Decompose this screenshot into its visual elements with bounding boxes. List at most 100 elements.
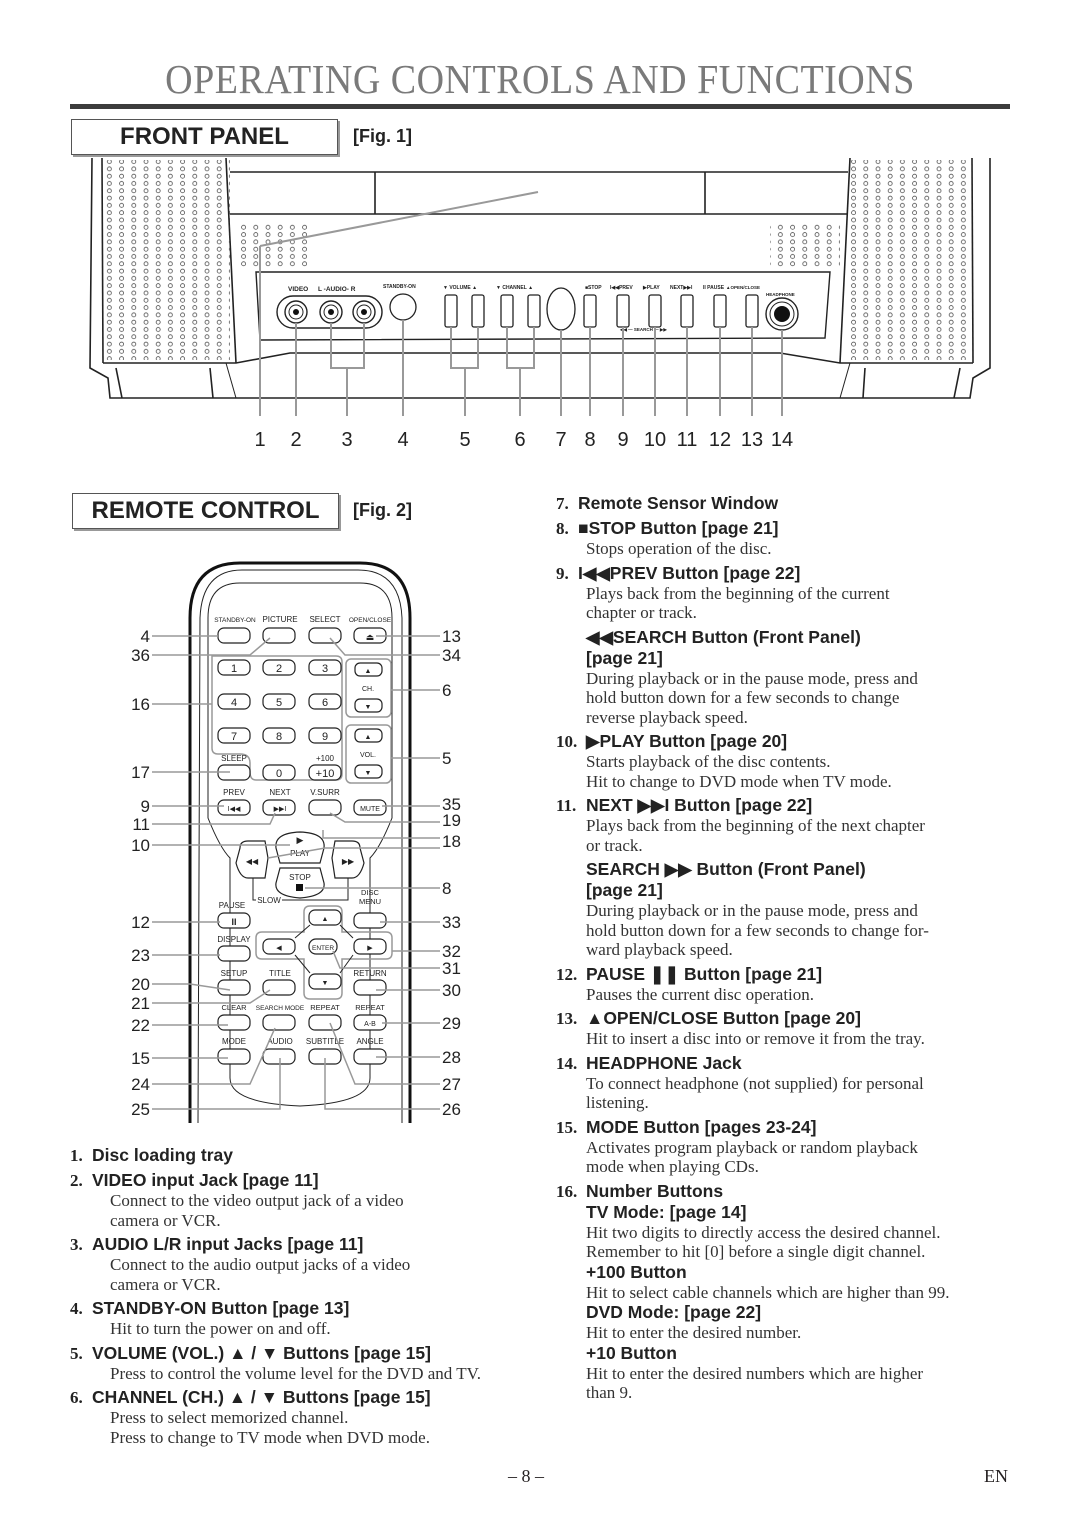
remote-clear-button[interactable] xyxy=(217,1014,251,1031)
svg-text:▼: ▼ xyxy=(365,770,372,777)
item-description: Plays back from the beginning of the cur… xyxy=(586,583,890,603)
remote-mode-button[interactable] xyxy=(217,1048,251,1065)
remote-callout-27: 27 xyxy=(442,1075,461,1094)
label-stop: STOP xyxy=(289,873,311,882)
item-title: VIDEO input Jack [page 11] xyxy=(92,1170,319,1190)
label-enter: ENTER xyxy=(312,945,334,952)
sub-item-description: ward playback speed. xyxy=(586,940,733,959)
remote-setup-button[interactable] xyxy=(217,979,251,996)
remote-display-button[interactable] xyxy=(217,945,251,962)
volume-down-button[interactable] xyxy=(444,294,458,328)
remote-callout-6: 6 xyxy=(442,681,451,700)
digit-label: 1 xyxy=(231,663,237,675)
channel-down-button[interactable] xyxy=(500,294,514,328)
remote-callout-17: 17 xyxy=(131,763,150,782)
front-stop-button[interactable] xyxy=(583,294,597,328)
page-title: OPERATING CONTROLS AND FUNCTIONS xyxy=(165,57,915,103)
leader-line xyxy=(152,812,276,825)
panel-label-video: VIDEO xyxy=(288,286,308,293)
title-divider xyxy=(70,104,1010,109)
item-number: 1. xyxy=(70,1146,83,1165)
description-item: 3. AUDIO L/R input Jacks [page 11] Connect… xyxy=(70,1234,540,1298)
item-description: Activates program playback or random pla… xyxy=(586,1137,918,1157)
remote-disc-menu-button[interactable] xyxy=(353,912,387,929)
remote-callout-31: 31 xyxy=(442,959,461,978)
label-vsurr: V.SURR xyxy=(310,788,340,797)
remote-vsurr-button[interactable] xyxy=(308,799,342,816)
front-callout-9: 9 xyxy=(617,429,628,451)
sub-item-description: Hit two digits to directly access the de… xyxy=(586,1222,941,1242)
remote-standby-on-button[interactable] xyxy=(217,627,251,644)
item-title: NEXT ▶▶I Button [page 22] xyxy=(586,795,813,815)
sub-item-title: TV Mode: [page 14] xyxy=(586,1201,747,1222)
front-next-button[interactable] xyxy=(680,294,694,328)
sub-item-title: DVD Mode: [page 22] xyxy=(586,1302,762,1322)
description-item: 16. Number Buttons TV Mode: [page 14] Hit t… xyxy=(556,1181,1026,1407)
page-number: – 8 – xyxy=(508,1466,544,1486)
label-sleep: SLEEP xyxy=(221,754,247,763)
item-number: 16. xyxy=(556,1181,578,1201)
panel-label-stop: ■STOP xyxy=(585,285,602,291)
inner-grill-left xyxy=(240,223,310,268)
panel-label-search: ◀◀ — SEARCH — ▶▶ xyxy=(619,327,668,332)
front-callout-7: 7 xyxy=(555,429,566,451)
label-select: SELECT xyxy=(309,615,340,624)
remote-audio-button[interactable] xyxy=(262,1048,296,1065)
sub-item-title: SEARCH ▶▶ Button (Front Panel) xyxy=(586,859,866,879)
panel-label-open-close: ▲OPEN/CLOSE xyxy=(726,285,760,290)
label-pause: PAUSE xyxy=(219,901,246,910)
item-description: To connect headphone (not supplied) for … xyxy=(586,1073,924,1093)
panel-label-prev: I◀◀PREV xyxy=(610,285,633,291)
description-item: 1. Disc loading tray xyxy=(70,1145,540,1170)
item-number: 5. xyxy=(70,1343,83,1363)
remote-repeat-button[interactable] xyxy=(308,1014,342,1031)
item-number: 2. xyxy=(70,1171,83,1190)
item-number: 7. xyxy=(556,494,569,513)
sub-item-description: reverse playback speed. xyxy=(586,707,748,727)
remote-select-button[interactable] xyxy=(308,627,342,644)
sub-item-description: hold button down for a few seconds to ch… xyxy=(586,920,929,940)
descriptions-left: 1. Disc loading tray 2. VIDEO input Jack [p… xyxy=(70,1145,540,1451)
front-callout-13: 13 xyxy=(741,429,763,451)
front-open-close-button[interactable] xyxy=(745,294,759,328)
item-number: 11. xyxy=(556,796,577,815)
fast-forward-icon: ▶▶ xyxy=(342,857,355,866)
remote-callout-23: 23 xyxy=(131,946,150,965)
description-item: 13. ▲OPEN/CLOSE Button [page 20] Hit to in… xyxy=(556,1008,1026,1053)
front-play-button[interactable] xyxy=(648,294,662,328)
remote-search-mode-button[interactable] xyxy=(262,1014,296,1031)
remote-callout-18: 18 xyxy=(442,832,461,851)
item-description: Press to change to TV mode when DVD mode… xyxy=(110,1427,430,1447)
description-item: 10. ▶PLAY Button [page 20] Starts playback… xyxy=(556,731,1026,795)
remote-title-button[interactable] xyxy=(262,979,296,996)
remote-callout-36: 36 xyxy=(131,646,150,665)
item-description: Plays back from the beginning of the nex… xyxy=(586,816,925,835)
volume-up-button[interactable] xyxy=(471,294,485,328)
front-panel-diagram: VIDEO L -AUDIO- R STANDBY-ON ▼ VOLUME ▲ … xyxy=(89,158,991,451)
item-description: Connect to the video output jack of a vi… xyxy=(110,1191,404,1210)
panel-label-next: NEXT▶▶I xyxy=(670,285,693,291)
remote-return-button[interactable] xyxy=(353,979,387,996)
pause-icon: II xyxy=(231,917,236,927)
label-clear: CLEAR xyxy=(221,1003,247,1012)
play-icon: ▶ xyxy=(297,835,304,845)
front-prev-button[interactable] xyxy=(616,294,630,328)
front-callout-12: 12 xyxy=(709,429,731,451)
remote-callout-34: 34 xyxy=(442,646,461,665)
item-title: ■STOP Button [page 21] xyxy=(578,518,779,538)
digit-label: 6 xyxy=(322,697,328,709)
front-panel-fig-label: [Fig. 1] xyxy=(353,126,412,146)
label-setup: SETUP xyxy=(221,969,248,978)
standby-on-button[interactable] xyxy=(389,293,417,321)
front-pause-button[interactable] xyxy=(713,294,727,328)
description-item: 12. PAUSE ❚❚ Button [page 21] Pauses the c… xyxy=(556,964,1026,1009)
front-callout-1: 1 xyxy=(254,429,265,451)
front-callout-10: 10 xyxy=(644,429,666,451)
panel-label-headphone: HEADPHONE xyxy=(766,292,795,297)
label-disc-menu-2: MENU xyxy=(359,897,381,906)
sub-item-description: Hit to enter the desired numbers which a… xyxy=(586,1363,924,1383)
item-title: VOLUME (VOL.) ▲ / ▼ Buttons [page 15] xyxy=(92,1342,431,1363)
label-return: RETURN xyxy=(353,969,387,978)
description-item: 7. Remote Sensor Window xyxy=(556,493,1026,518)
channel-up-button[interactable] xyxy=(527,294,541,328)
